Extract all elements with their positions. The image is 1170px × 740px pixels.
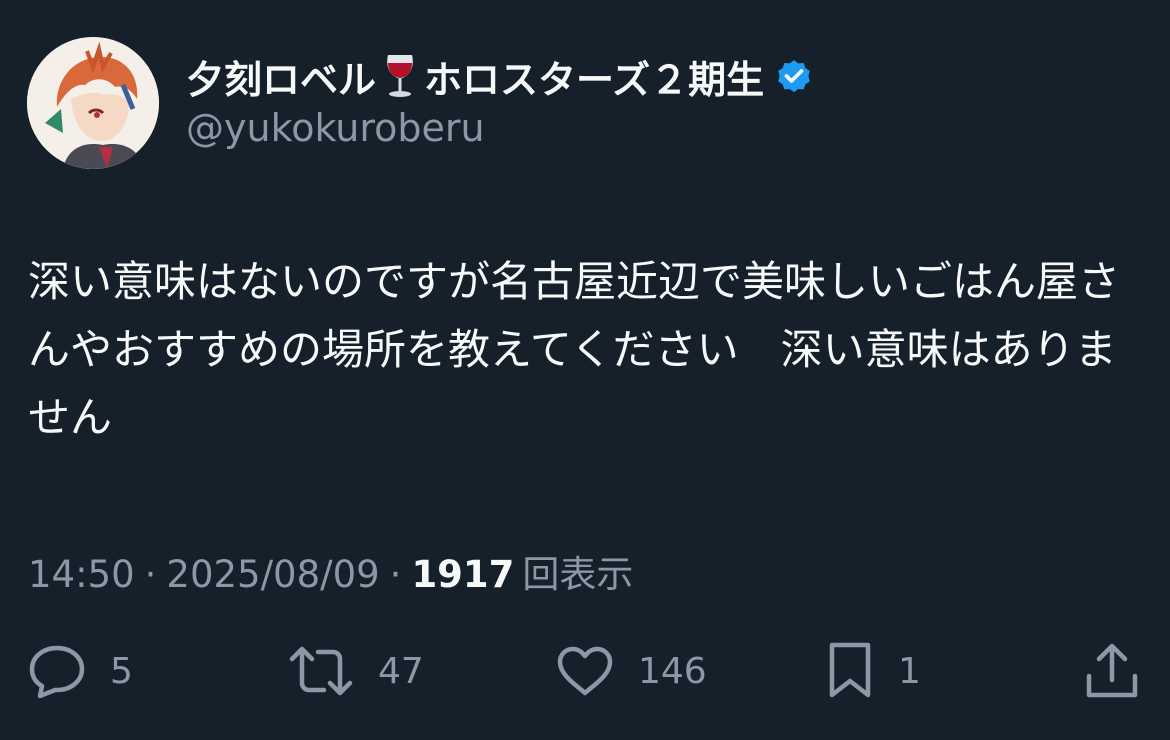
bookmark-count: 1 (898, 650, 921, 692)
tweet-card: 夕刻ロベル ホロスターズ２期生 @yukokuroberu 深い意味はないのです… (0, 0, 1170, 740)
views-count[interactable]: 1917 (411, 553, 514, 596)
reply-button[interactable]: 5 (28, 636, 133, 706)
wine-glass-icon (380, 53, 420, 99)
like-count: 146 (638, 650, 707, 692)
share-button[interactable] (1084, 636, 1140, 706)
retweet-button[interactable]: 47 (288, 636, 424, 706)
avatar-illustration (27, 37, 159, 169)
share-icon (1084, 642, 1140, 700)
bookmark-button[interactable]: 1 (826, 636, 921, 706)
tweet-time[interactable]: 14:50 (28, 553, 135, 596)
display-name[interactable]: 夕刻ロベル (186, 49, 376, 104)
reply-icon (28, 644, 86, 698)
display-name-suffix[interactable]: ホロスターズ２期生 (424, 49, 764, 104)
bookmark-icon (826, 641, 874, 701)
retweet-count: 47 (378, 650, 424, 692)
display-name-row[interactable]: 夕刻ロベル ホロスターズ２期生 (186, 52, 814, 102)
views-label[interactable]: 回表示 (522, 544, 633, 598)
tweet-date[interactable]: 2025/08/09 (166, 553, 379, 596)
tweet-meta: 14:50 · 2025/08/09 · 1917 回表示 (28, 544, 633, 598)
meta-separator: · (389, 553, 402, 596)
tweet-text: 深い意味はないのですが名古屋近辺で美味しいごはん屋さんやおすすめの場所を教えてく… (28, 257, 1121, 442)
meta-separator: · (144, 553, 157, 596)
heart-icon (556, 645, 614, 697)
avatar[interactable] (27, 37, 159, 169)
retweet-icon (288, 645, 354, 697)
reply-count: 5 (110, 650, 133, 692)
action-bar: 5 47 146 1 (0, 636, 1170, 706)
verified-badge-icon[interactable] (774, 56, 814, 96)
user-handle[interactable]: @yukokuroberu (186, 106, 485, 150)
like-button[interactable]: 146 (556, 636, 707, 706)
